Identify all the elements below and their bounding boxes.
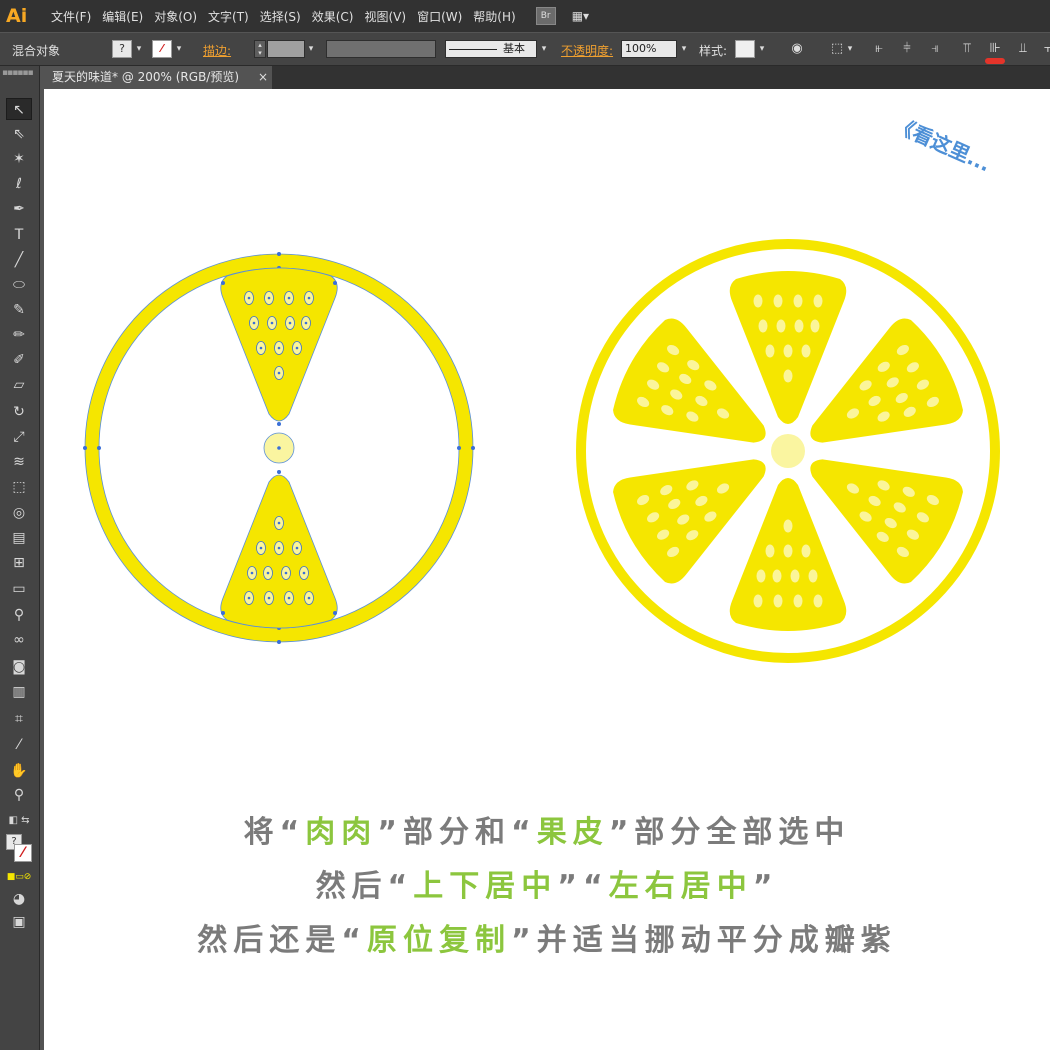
horizontal-align-left-icon[interactable]: ⫦ <box>871 40 887 58</box>
lemon-segment-bottom[interactable] <box>221 470 338 628</box>
graphic-style-swatch[interactable] <box>735 40 755 58</box>
menu-bar: Ai 文件(F) 编辑(E) 对象(O) 文字(T) 选择(S) 效果(C) 视… <box>0 0 1050 32</box>
stroke-weight-label[interactable]: 描边: <box>203 42 231 59</box>
align-to-selection-icon[interactable]: ⬚ <box>829 40 845 58</box>
rotate-tool-icon[interactable]: ↻ <box>6 401 32 423</box>
line-segment-tool-icon[interactable]: ╱ <box>6 249 32 271</box>
recolor-artwork-icon[interactable]: ◉ <box>789 40 805 58</box>
hand-tool-icon[interactable]: ✋ <box>6 760 32 782</box>
annotation-mark-c <box>985 58 1005 64</box>
opacity-dropdown-icon[interactable]: ▾ <box>678 40 690 58</box>
menu-window[interactable]: 窗口(W) <box>417 8 462 25</box>
gradient-tool-icon[interactable]: ▭ <box>6 578 32 600</box>
pencil-tool-icon[interactable]: ✏ <box>6 324 32 346</box>
fill-swatch[interactable]: ? <box>112 40 132 58</box>
instruction-line-3: 然后还是“原位复制”并适当挪动平分成瓣紫 <box>197 923 897 958</box>
vertical-align-bottom-icon[interactable]: ⫫ <box>1015 40 1031 58</box>
stroke-weight-dropdown-icon[interactable]: ▾ <box>305 40 317 58</box>
scale-tool-icon[interactable]: ⤢ <box>6 426 32 448</box>
symbol-sprayer-tool-icon[interactable]: ◙ <box>6 656 32 678</box>
artboard-tool-icon[interactable]: ⌗ <box>6 708 32 730</box>
menu-select[interactable]: 选择(S) <box>260 8 301 25</box>
style-label: 样式: <box>699 44 728 58</box>
bridge-button[interactable]: Br <box>535 7 556 25</box>
instruction-line-2: 然后“上下居中”“左右居中” <box>315 869 779 904</box>
type-tool-icon[interactable]: T <box>6 224 32 246</box>
distribute-icon[interactable]: ⫟ <box>1040 40 1050 58</box>
screen-mode-icon[interactable]: ▣ <box>6 911 32 933</box>
lemon-segment-top[interactable] <box>221 268 338 426</box>
lasso-tool-icon[interactable]: ℓ <box>6 173 32 195</box>
direct-selection-tool-icon[interactable]: ⇖ <box>6 123 32 145</box>
panel-grip-icon[interactable]: ▪▪▪▪▪▪ <box>2 68 38 80</box>
ellipse-tool-icon[interactable]: ⬭ <box>6 274 32 296</box>
zoom-tool-icon[interactable]: ⚲ <box>6 784 32 806</box>
menu-view[interactable]: 视图(V) <box>364 8 406 25</box>
eyedropper-tool-icon[interactable]: ⚲ <box>6 604 32 626</box>
stroke-color-box[interactable]: ⁄ <box>14 844 32 862</box>
slice-tool-icon[interactable]: ⁄ <box>6 734 32 756</box>
align-to-dropdown-icon[interactable]: ▾ <box>844 40 856 58</box>
style-dropdown-icon[interactable]: ▾ <box>756 40 768 58</box>
default-colors-icon[interactable]: ◧ ⇆ <box>6 810 32 832</box>
magic-wand-tool-icon[interactable]: ✶ <box>6 148 32 170</box>
artboard-canvas[interactable]: 《看这里... 将“肉肉”部分和“果皮”部分全部选中 然后“上下居中”“左右居中… <box>44 89 1050 1050</box>
fill-dropdown-icon[interactable]: ▾ <box>133 40 145 58</box>
horizontal-align-right-icon[interactable]: ⫣ <box>927 40 943 58</box>
tools-panel: ▪▪▪▪▪▪ ↖ ⇖ ✶ ℓ ✒ T ╱ ⬭ ✎ ✏ ✐ ▱ ↻ ⤢ ≋ ⬚ ◎… <box>0 66 40 1050</box>
perspective-grid-tool-icon[interactable]: ▤ <box>6 527 32 549</box>
color-modes-icon[interactable]: ■▭⊘ <box>6 866 32 888</box>
eraser-tool-icon[interactable]: ▱ <box>6 374 32 396</box>
warp-tool-icon[interactable]: ≋ <box>6 451 32 473</box>
selection-type-label: 混合对象 <box>12 44 61 58</box>
selection-tool-icon[interactable]: ↖ <box>6 98 32 120</box>
tab-close-icon[interactable]: × <box>258 70 268 84</box>
horizontal-align-center-icon[interactable]: ⫩ <box>899 40 915 58</box>
free-transform-tool-icon[interactable]: ⬚ <box>6 476 32 498</box>
control-bar: 混合对象 ? ▾ ⁄ ▾ 描边: ▴ ▾ ▾ 基本 ▾ 不透明度: 100% ▾ … <box>0 32 1050 66</box>
lemon-core-finished <box>771 434 805 468</box>
illustrator-window: { "app": { "logo": "Ai" }, "menu": ["文件(… <box>0 0 1050 1050</box>
blob-brush-tool-icon[interactable]: ✐ <box>6 349 32 371</box>
brush-definition[interactable]: 基本 <box>445 40 537 58</box>
menu-edit[interactable]: 编辑(E) <box>102 8 143 25</box>
column-graph-tool-icon[interactable]: ▥ <box>6 681 32 703</box>
paintbrush-tool-icon[interactable]: ✎ <box>6 299 32 321</box>
opacity-label[interactable]: 不透明度: <box>561 42 613 59</box>
instruction-line-1: 将“肉肉”部分和“果皮”部分全部选中 <box>243 815 851 850</box>
stroke-none-swatch[interactable]: ⁄ <box>152 40 172 58</box>
workspace-switcher-icon[interactable]: ▦▾ <box>572 7 602 25</box>
lemon-finished <box>576 239 1000 663</box>
mesh-tool-icon[interactable]: ⊞ <box>6 552 32 574</box>
menu-object[interactable]: 对象(O) <box>154 8 197 25</box>
shape-builder-tool-icon[interactable]: ◎ <box>6 502 32 524</box>
stroke-line-preview <box>449 48 497 50</box>
document-tab[interactable]: 夏天的味道* @ 200% (RGB/预览) <box>44 66 272 89</box>
drawing-modes-icon[interactable]: ◕ <box>6 888 32 910</box>
vertical-align-top-icon[interactable]: ⫪ <box>959 40 975 58</box>
artwork <box>83 239 1000 663</box>
menu-type[interactable]: 文字(T) <box>208 8 249 25</box>
brush-dropdown-icon[interactable]: ▾ <box>538 40 550 58</box>
document-tab-strip: 夏天的味道* @ 200% (RGB/预览) × <box>44 66 1050 89</box>
menu-effect[interactable]: 效果(C) <box>312 8 354 25</box>
opacity-field[interactable]: 100% <box>621 40 677 58</box>
app-logo: Ai <box>6 5 28 27</box>
menu-file[interactable]: 文件(F) <box>51 8 91 25</box>
menu-help[interactable]: 帮助(H) <box>473 8 515 25</box>
blend-tool-icon[interactable]: ∞ <box>6 629 32 651</box>
vertical-align-center-icon[interactable]: ⊪ <box>987 40 1003 58</box>
variable-width-profile[interactable] <box>326 40 436 58</box>
brush-definition-label: 基本 <box>503 42 525 55</box>
lemon-in-progress[interactable] <box>83 252 475 644</box>
document-tab-title: 夏天的味道* @ 200% (RGB/预览) <box>52 70 240 84</box>
stroke-weight-stepper[interactable]: ▴ ▾ <box>254 40 266 58</box>
stroke-weight-field[interactable] <box>267 40 305 58</box>
pen-tool-icon[interactable]: ✒ <box>6 198 32 220</box>
stroke-dropdown-icon[interactable]: ▾ <box>173 40 185 58</box>
